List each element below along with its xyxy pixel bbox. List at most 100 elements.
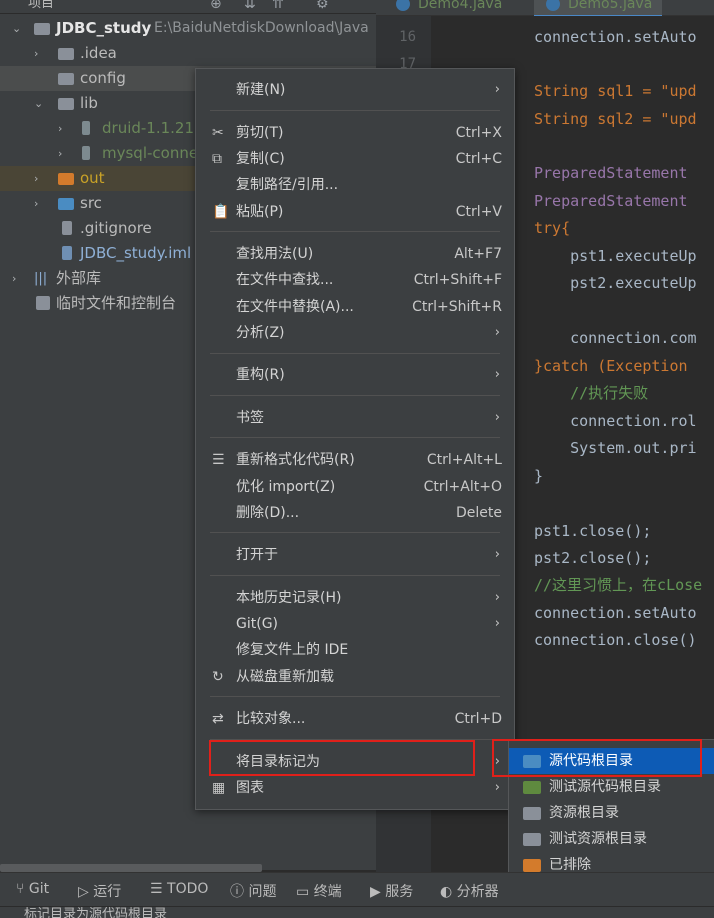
tool-window-button[interactable]: ⓘ 问题 [230, 881, 276, 901]
context-menu-item[interactable]: 📋 粘贴(P) Ctrl+V [196, 199, 514, 225]
context-menu-item[interactable]: 优化 import(Z) Ctrl+Alt+O [196, 474, 514, 500]
chevron-right-icon[interactable]: › [58, 141, 70, 166]
menu-separator [210, 696, 500, 697]
context-menu-item[interactable]: 新建(N) › [196, 77, 514, 103]
menu-item-shortcut: Ctrl+Shift+R [412, 299, 502, 315]
scissors-icon: ✂ [212, 125, 224, 141]
context-menu-item[interactable]: 本地历史记录(H) › [196, 585, 514, 611]
context-menu-item[interactable]: 重构(R) › [196, 362, 514, 388]
scratches-icon [36, 296, 50, 310]
tree-item-label: out [80, 169, 105, 187]
chevron-right-icon[interactable]: › [34, 41, 46, 66]
tree-item-idea[interactable]: › .idea [0, 41, 376, 66]
problems-icon: ⓘ [230, 884, 249, 900]
context-menu-item[interactable]: ↻ 从磁盘重新加载 [196, 664, 514, 690]
source-folder-icon [523, 755, 541, 768]
file-icon [62, 221, 72, 235]
chevron-right-icon[interactable]: › [34, 191, 46, 216]
code-line: try{ [534, 219, 571, 237]
chevron-right-icon[interactable]: › [34, 166, 46, 191]
menu-item-shortcut: Ctrl+Alt+L [426, 452, 502, 468]
target-icon[interactable]: ⊕ [210, 0, 222, 12]
submenu-item[interactable]: 源代码根目录 [509, 748, 714, 774]
menu-item-label: 本地历史记录(H) [236, 590, 342, 606]
tool-window-button[interactable]: ▭ 终端 [296, 881, 342, 901]
menu-item-label: 打开于 [236, 547, 278, 563]
tree-item-label: lib [80, 94, 98, 112]
context-menu-item[interactable]: 删除(D)... Delete [196, 500, 514, 526]
chevron-right-icon: › [494, 616, 500, 631]
collapse-icon[interactable]: ⇊ [244, 0, 256, 12]
tool-window-label: TODO [167, 881, 209, 897]
tool-window-button[interactable]: ⑂ Git [16, 881, 49, 897]
chevron-down-icon[interactable]: ⌄ [34, 91, 46, 116]
chevron-right-icon: › [494, 82, 500, 97]
context-menu-item[interactable]: 分析(Z) › [196, 320, 514, 346]
menu-item-shortcut: Ctrl+Alt+O [423, 479, 502, 495]
menu-separator [210, 437, 500, 438]
code-line: //这里习惯上，在cLose [534, 576, 703, 594]
tree-horizontal-scrollbar[interactable] [0, 864, 262, 872]
diagram-icon: ▦ [212, 780, 226, 796]
context-menu-item[interactable]: 复制路径/引用... [196, 172, 514, 198]
context-menu-item[interactable]: ☰ 重新格式化代码(R) Ctrl+Alt+L [196, 447, 514, 473]
submenu-item[interactable]: 测试源代码根目录 [509, 774, 714, 800]
menu-item-label: 复制(C) [236, 151, 285, 167]
context-menu-item[interactable]: ✂ 剪切(T) Ctrl+X [196, 120, 514, 146]
tool-window-button[interactable]: ▷ 运行 [78, 881, 121, 901]
expand-icon[interactable]: ⇈ [272, 0, 284, 12]
tool-window-label: 分析器 [456, 884, 499, 900]
chevron-right-icon: › [494, 410, 500, 425]
menu-item-label: 分析(Z) [236, 325, 285, 341]
code-line: PreparedStatement [534, 164, 688, 182]
context-menu-item[interactable]: 书签 › [196, 405, 514, 431]
chevron-right-icon[interactable]: › [58, 116, 70, 141]
tree-root[interactable]: ⌄ JDBC_study E:\BaiduNetdiskDownload\Jav… [0, 16, 376, 41]
tree-item-label: JDBC_study.iml [80, 244, 192, 262]
menu-item-label: 删除(D)... [236, 505, 300, 521]
tree-item-label: config [80, 69, 126, 87]
code-line: String sql1 = "upd [534, 82, 697, 100]
submenu-item-label: 测试源代码根目录 [549, 779, 661, 795]
menu-item-shortcut: Ctrl+Shift+F [413, 272, 502, 288]
menu-item-label: 重构(R) [236, 367, 285, 383]
tool-window-button[interactable]: ▶ 服务 [370, 881, 413, 901]
tree-item-label: .idea [80, 44, 117, 62]
menu-item-label: 将目录标记为 [236, 754, 320, 770]
chevron-down-icon[interactable]: ⌄ [12, 16, 24, 41]
context-menu-item[interactable]: Git(G) › [196, 611, 514, 637]
tool-window-button[interactable]: ☰ TODO [150, 881, 208, 897]
project-view-title[interactable]: 项目 [28, 0, 54, 11]
chevron-right-icon[interactable]: › [12, 266, 24, 291]
submenu-item-label: 源代码根目录 [549, 753, 633, 769]
code-line: } [534, 467, 544, 485]
code-line: }catch (Exception [534, 357, 688, 375]
menu-item-shortcut: Ctrl+V [455, 204, 502, 220]
context-menu-item[interactable]: 打开于 › [196, 542, 514, 568]
context-menu-item[interactable]: ⧉ 复制(C) Ctrl+C [196, 146, 514, 172]
submenu-item[interactable]: 资源根目录 [509, 800, 714, 826]
java-class-icon [396, 0, 410, 11]
context-menu-item[interactable]: ▦ 图表 › [196, 775, 514, 801]
terminal-icon: ▭ [296, 884, 314, 900]
tab-demo4[interactable]: Demo4.java [384, 0, 512, 15]
context-menu-item[interactable]: 在文件中替换(A)... Ctrl+Shift+R [196, 294, 514, 320]
code-line: connection.setAuto [534, 604, 697, 622]
submenu-item[interactable]: 测试资源根目录 [509, 826, 714, 852]
chevron-right-icon: › [494, 367, 500, 382]
todo-icon: ☰ [150, 881, 168, 897]
context-menu-item[interactable]: ⇄ 比较对象... Ctrl+D [196, 706, 514, 732]
code-line: pst2.executeUp [534, 274, 697, 292]
context-menu-item[interactable]: 查找用法(U) Alt+F7 [196, 241, 514, 267]
menu-item-label: 剪切(T) [236, 125, 284, 141]
menu-separator [210, 575, 500, 576]
jar-icon [82, 121, 90, 135]
gear-icon[interactable]: ⚙ [316, 0, 329, 12]
folder-icon [58, 98, 74, 110]
menu-item-label: 查找用法(U) [236, 246, 314, 262]
context-menu-item[interactable]: 修复文件上的 IDE [196, 637, 514, 663]
context-menu-item[interactable]: 将目录标记为 › [196, 749, 514, 775]
tool-window-button[interactable]: ◐ 分析器 [440, 881, 499, 901]
context-menu-item[interactable]: 在文件中查找... Ctrl+Shift+F [196, 267, 514, 293]
menu-item-label: 优化 import(Z) [236, 479, 336, 495]
